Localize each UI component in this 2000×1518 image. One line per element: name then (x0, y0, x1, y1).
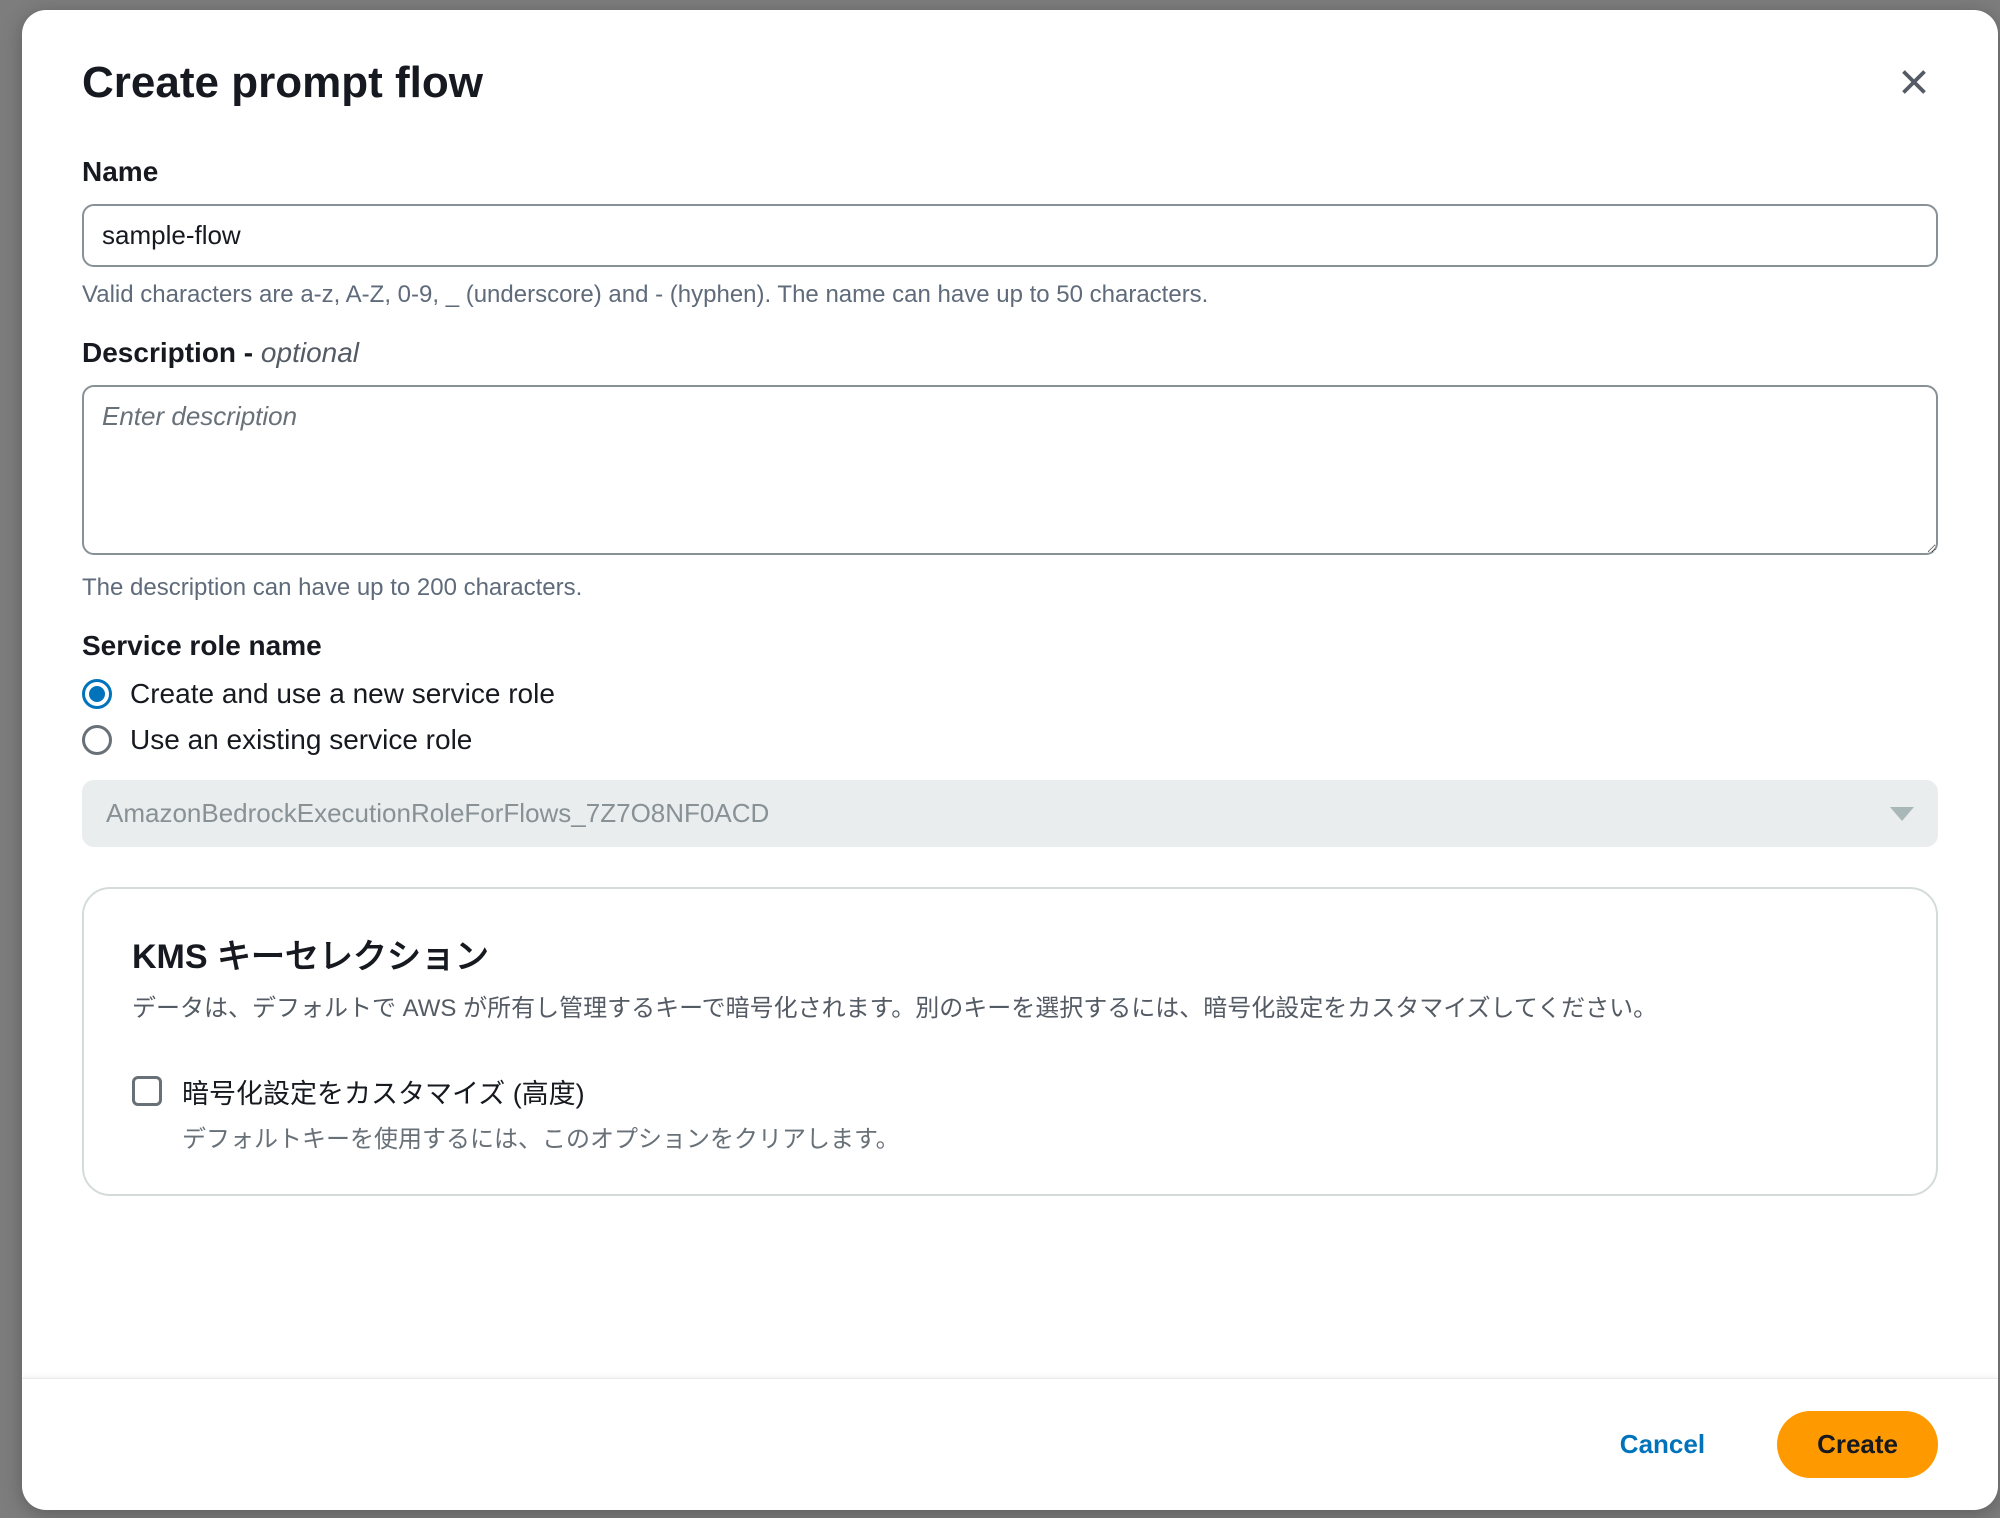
kms-description: データは、デフォルトで AWS が所有し管理するキーで暗号化されます。別のキーを… (132, 990, 1888, 1028)
name-hint: Valid characters are a-z, A-Z, 0-9, _ (u… (82, 281, 1938, 309)
create-button[interactable]: Create (1777, 1411, 1938, 1478)
close-button[interactable] (1890, 58, 1938, 106)
service-role-label: Service role name (82, 630, 1938, 662)
service-role-field: Service role name Create and use a new s… (82, 630, 1938, 847)
kms-checkbox-label: 暗号化設定をカスタマイズ (高度) (182, 1072, 900, 1111)
service-role-radio-group: Create and use a new service role Use an… (82, 678, 1938, 756)
name-field: Name Valid characters are a-z, A-Z, 0-9,… (82, 156, 1938, 309)
name-input[interactable] (82, 204, 1938, 267)
radio-label-use-existing: Use an existing service role (130, 724, 472, 756)
service-role-select-value: AmazonBedrockExecutionRoleForFlows_7Z7O8… (106, 798, 769, 829)
kms-panel: KMS キーセレクション データは、デフォルトで AWS が所有し管理するキーで… (82, 887, 1938, 1196)
kms-checkbox-text: 暗号化設定をカスタマイズ (高度) デフォルトキーを使用するには、このオプション… (182, 1072, 900, 1154)
radio-create-new-role[interactable]: Create and use a new service role (82, 678, 1938, 710)
chevron-down-icon (1890, 807, 1914, 821)
close-icon (1896, 64, 1932, 100)
modal-title: Create prompt flow (82, 58, 483, 108)
description-field: Description - optional The description c… (82, 337, 1938, 602)
cancel-button[interactable]: Cancel (1580, 1411, 1745, 1478)
modal-header: Create prompt flow (22, 10, 1998, 128)
modal-footer: Cancel Create (22, 1378, 1998, 1510)
create-prompt-flow-modal: Create prompt flow Name Valid characters… (22, 10, 1998, 1510)
description-textarea[interactable] (82, 385, 1938, 555)
description-hint: The description can have up to 200 chara… (82, 574, 1938, 602)
radio-label-create-new: Create and use a new service role (130, 678, 555, 710)
description-label-text: Description - (82, 337, 261, 368)
kms-checkbox-row: 暗号化設定をカスタマイズ (高度) デフォルトキーを使用するには、このオプション… (132, 1072, 1888, 1154)
kms-checkbox-sub: デフォルトキーを使用するには、このオプションをクリアします。 (182, 1119, 900, 1154)
radio-icon (82, 725, 112, 755)
modal-body: Name Valid characters are a-z, A-Z, 0-9,… (22, 128, 1998, 1378)
description-optional-tag: optional (261, 337, 359, 368)
service-role-select: AmazonBedrockExecutionRoleForFlows_7Z7O8… (82, 780, 1938, 847)
name-label: Name (82, 156, 1938, 188)
kms-title: KMS キーセレクション (132, 929, 1888, 978)
radio-use-existing-role[interactable]: Use an existing service role (82, 724, 1938, 756)
kms-customize-checkbox[interactable] (132, 1076, 162, 1106)
description-label: Description - optional (82, 337, 1938, 369)
radio-icon (82, 679, 112, 709)
